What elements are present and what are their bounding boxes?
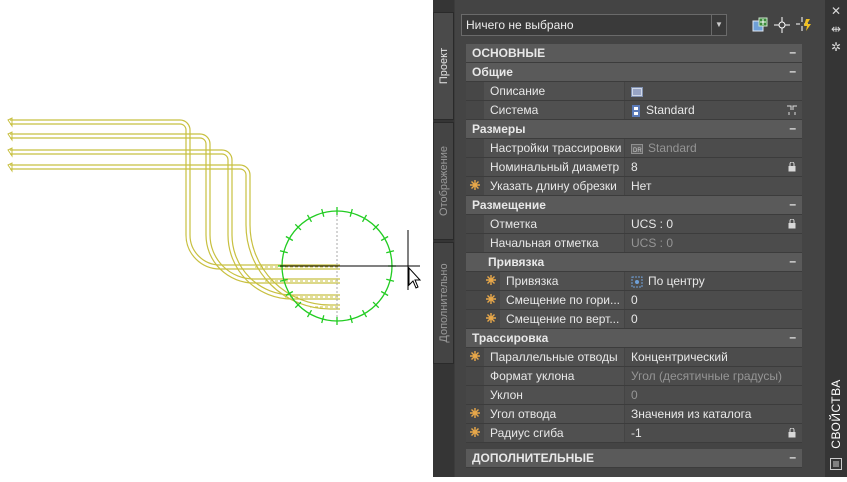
properties-palette: Проект Отображение Дополнительно Ничего … [433, 0, 847, 477]
palette-tabs: Проект Отображение Дополнительно [433, 0, 454, 477]
section-general[interactable]: Общие – [466, 63, 802, 82]
palette-title: СВОЙСТВА [829, 379, 843, 449]
select-objects-icon[interactable] [773, 16, 791, 34]
tab-project[interactable]: Проект [433, 12, 454, 120]
autohide-icon[interactable]: ⇹ [828, 22, 844, 36]
drawing-canvas[interactable] [0, 0, 430, 477]
star-icon [486, 313, 496, 323]
prop-system[interactable]: Система Standard [466, 101, 802, 120]
prop-offset-vertical[interactable]: Смещение по верт... 0 [466, 310, 802, 329]
properties-main: Ничего не выбрано ▼ ОСНОВНЫЕ – Общие – О… [455, 0, 839, 477]
snap-tick [361, 214, 368, 223]
svg-text:DR: DR [633, 148, 642, 154]
prop-bend-angle[interactable]: Угол отвода Значения из каталога [466, 405, 802, 424]
pipe-drawing [7, 117, 422, 325]
cursor-icon [408, 266, 422, 289]
prop-slope[interactable]: Уклон 0 [466, 386, 802, 405]
property-grid: ОСНОВНЫЕ – Общие – Описание Система Standa… [466, 44, 802, 468]
snap-tick [306, 214, 313, 223]
selection-bar: Ничего не выбрано ▼ [461, 14, 817, 38]
quick-select-icon[interactable] [751, 16, 769, 34]
system-icon [632, 104, 640, 117]
chevron-down-icon[interactable]: ▼ [711, 15, 726, 35]
section-placement[interactable]: Размещение – [466, 196, 802, 215]
prop-elevation[interactable]: Отметка UCS : 0 [466, 215, 802, 234]
star-icon [470, 408, 480, 418]
star-icon [486, 294, 496, 304]
star-icon [470, 427, 480, 437]
palette-menu-icon[interactable] [830, 458, 842, 470]
palette-titlebar: ✕ ⇹ ✲ СВОЙСТВА [825, 0, 847, 477]
prop-bend-radius[interactable]: Радиус сгиба -1 [466, 424, 802, 443]
prop-offset-horizontal[interactable]: Смещение по гори... 0 [466, 291, 802, 310]
snap-tick [306, 309, 313, 318]
snap-tick [361, 309, 368, 318]
prop-slope-format[interactable]: Формат уклона Угол (десятичные градусы) [466, 367, 802, 386]
lock-icon [788, 219, 796, 229]
routing-settings-icon: DR [631, 143, 643, 154]
settings-icon[interactable]: ✲ [828, 40, 844, 54]
description-icon[interactable] [631, 86, 643, 97]
section-main[interactable]: ОСНОВНЫЕ – [466, 44, 802, 63]
selection-dropdown[interactable]: Ничего не выбрано ▼ [461, 14, 727, 36]
lock-icon [788, 428, 796, 438]
tab-extended[interactable]: Дополнительно [433, 242, 454, 364]
section-anchor[interactable]: Привязка – [466, 253, 802, 272]
star-icon [470, 180, 480, 190]
close-icon[interactable]: ✕ [828, 4, 844, 18]
prop-parallel-bends[interactable]: Параллельные отводы Концентрический [466, 348, 802, 367]
prop-cut-length[interactable]: Указать длину обрезки Нет [466, 177, 802, 196]
center-anchor-icon [631, 276, 643, 288]
lock-icon [788, 162, 796, 172]
star-icon [486, 275, 496, 285]
prop-nominal-diameter[interactable]: Номинальный диаметр 8 [466, 158, 802, 177]
snap-tick [380, 290, 389, 297]
pick-system-icon[interactable] [786, 104, 798, 116]
section-additional[interactable]: ДОПОЛНИТЕЛЬНЫЕ – [466, 449, 802, 468]
section-routing[interactable]: Трассировка – [466, 329, 802, 348]
star-icon [470, 351, 480, 361]
prop-description[interactable]: Описание [466, 82, 802, 101]
section-sizes[interactable]: Размеры – [466, 120, 802, 139]
prop-start-elevation[interactable]: Начальная отметка UCS : 0 [466, 234, 802, 253]
prop-routing-settings[interactable]: Настройки трассировки DR Standard [466, 139, 802, 158]
tab-display[interactable]: Отображение [433, 122, 454, 240]
prop-anchor[interactable]: Привязка По центру [466, 272, 802, 291]
snap-tick [380, 235, 389, 242]
snap-tick [285, 235, 294, 242]
toggle-pickadd-icon[interactable] [795, 16, 813, 34]
